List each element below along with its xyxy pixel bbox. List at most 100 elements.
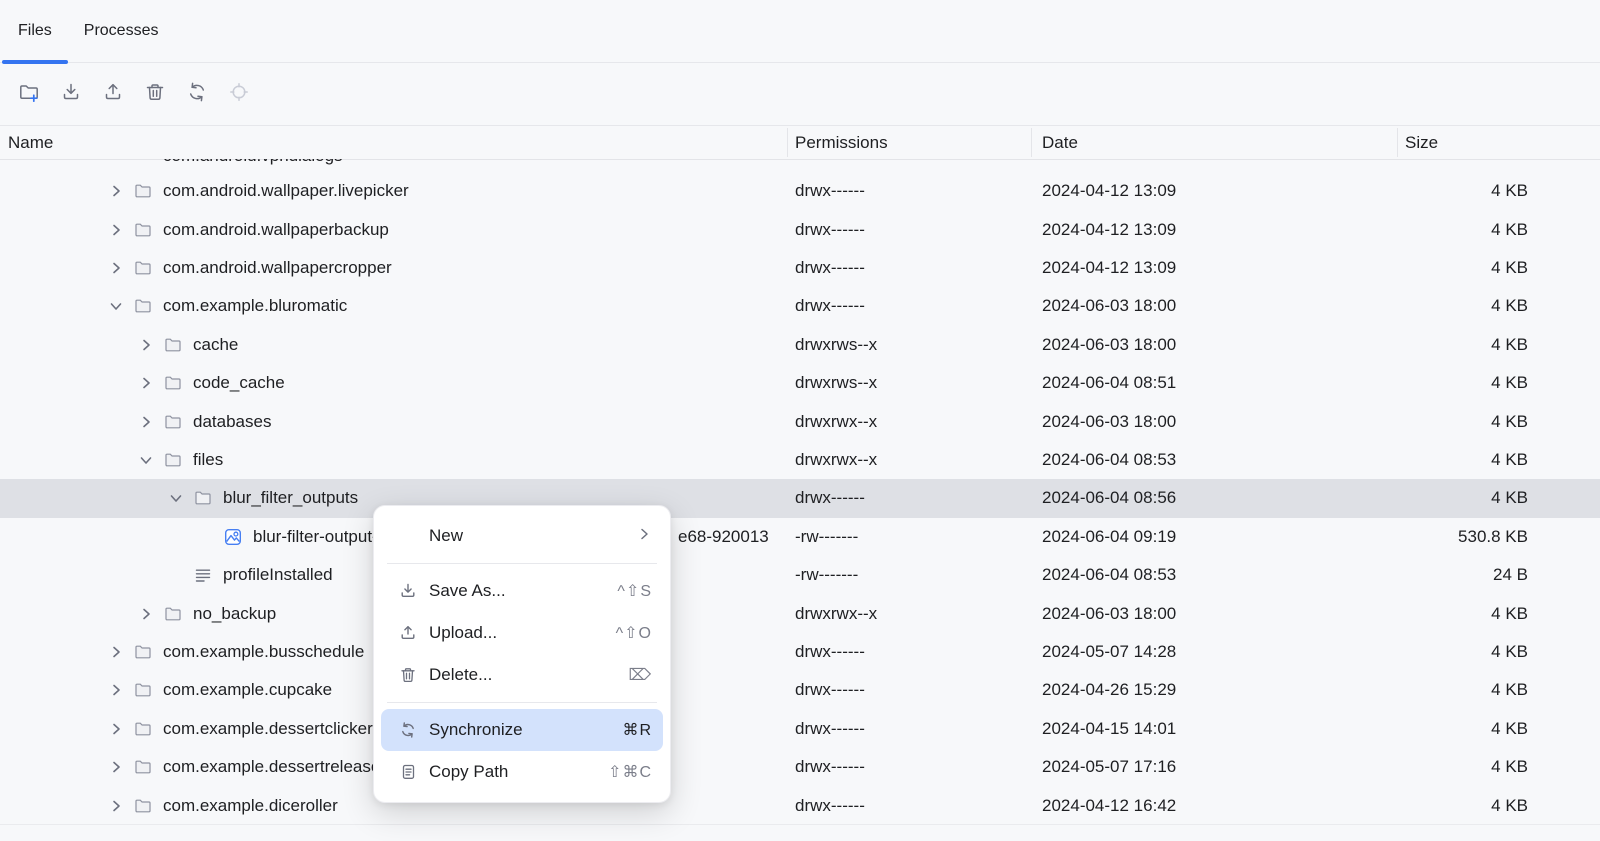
table-row-files[interactable]: filesdrwxrwx--x2024-06-04 08:534 KB: [0, 441, 1600, 479]
file-name: com.example.bluromatic: [163, 287, 347, 325]
column-divider: [1031, 128, 1032, 157]
file-name: com.example.diceroller: [163, 786, 338, 824]
file-table-rows: com.android.vpndialogscom.android.wallpa…: [0, 159, 1600, 841]
file-name: code_cache: [193, 364, 285, 402]
permissions-cell: drwx------: [795, 172, 1025, 210]
table-row-com-android-wallpaper-livepicker[interactable]: com.android.wallpaper.livepicker drwx----…: [0, 172, 1600, 210]
chevron-right-icon[interactable]: [108, 249, 124, 287]
tab-processes[interactable]: Processes: [68, 0, 175, 62]
download-icon: [397, 580, 419, 602]
table-row-com-example-bluromatic[interactable]: com.example.bluromaticdrwx------2024-06-…: [0, 287, 1600, 325]
menu-shortcut: ⇧⌘C: [608, 762, 652, 782]
image-file-icon: [224, 518, 242, 556]
menu-item-new[interactable]: New: [381, 515, 663, 557]
menu-item-upload[interactable]: Upload...^⇧O: [381, 612, 663, 654]
folder-icon: [134, 287, 152, 325]
chevron-right-icon[interactable]: [138, 402, 154, 440]
folder-icon: [134, 671, 152, 709]
menu-item-delete[interactable]: Delete...⌦: [381, 654, 663, 696]
table-row-blur-filter-outputs[interactable]: blur_filter_outputsdrwx------2024-06-04 …: [0, 479, 1600, 517]
size-cell: 4 KB: [1360, 210, 1528, 248]
permissions-cell: drwxrws--x: [795, 326, 1025, 364]
date-cell: 2024-06-04 08:51: [1042, 364, 1342, 402]
tab-bar: Files Processes: [0, 0, 1600, 63]
menu-item-synchronize[interactable]: Synchronize⌘R: [381, 709, 663, 751]
chevron-right-icon[interactable]: [138, 326, 154, 364]
table-row-com-example-dessertclicker[interactable]: com.example.dessertclickerdrwx------2024…: [0, 710, 1600, 748]
date-cell: 2024-04-15 14:01: [1042, 710, 1342, 748]
folder-icon: [134, 172, 152, 210]
size-cell: 4 KB: [1360, 671, 1528, 709]
table-row-com-example-busschedule[interactable]: com.example.busscheduledrwx------2024-05…: [0, 633, 1600, 671]
table-row-com-example-diceroller[interactable]: com.example.dicerollerdrwx------2024-04-…: [0, 786, 1600, 824]
chevron-right-icon[interactable]: [108, 633, 124, 671]
permissions-cell: drwx------: [795, 748, 1025, 786]
context-menu: New Save As...^⇧SUpload...^⇧ODelete...⌦ Sy…: [373, 505, 671, 803]
table-row-com-example-cupcake[interactable]: com.example.cupcakedrwx------2024-04-26 …: [0, 671, 1600, 709]
upload-icon: [397, 622, 419, 644]
column-header-date[interactable]: Date: [1042, 126, 1078, 159]
text-file-icon: [194, 556, 212, 594]
tab-files[interactable]: Files: [2, 0, 68, 62]
table-row-cache[interactable]: cachedrwxrws--x2024-06-03 18:004 KB: [0, 326, 1600, 364]
menu-icon-spacer: [397, 525, 419, 547]
delete-button[interactable]: [137, 77, 173, 113]
file-name: blur-filter-output-: [253, 518, 378, 556]
date-cell: 2024-05-07 14:28: [1042, 633, 1342, 671]
chevron-right-icon[interactable]: [108, 210, 124, 248]
table-row-code-cache[interactable]: code_cachedrwxrws--x2024-06-04 08:514 KB: [0, 364, 1600, 402]
chevron-right-icon[interactable]: [108, 172, 124, 210]
file-name: cache: [193, 326, 238, 364]
download-button[interactable]: [53, 77, 89, 113]
chevron-right-icon[interactable]: [138, 364, 154, 402]
column-header-permissions[interactable]: Permissions: [795, 126, 888, 159]
size-cell: 4 KB: [1360, 479, 1528, 517]
chevron-down-icon[interactable]: [168, 479, 184, 517]
chevron-down-icon[interactable]: [138, 441, 154, 479]
column-header-size[interactable]: Size: [1405, 126, 1438, 159]
file-name: no_backup: [193, 594, 276, 632]
table-row-com-android-wallpaperbackup[interactable]: com.android.wallpaperbackupdrwx------202…: [0, 210, 1600, 248]
file-name: com.android.wallpaperbackup: [163, 210, 389, 248]
column-divider: [787, 128, 788, 157]
chevron-right-icon[interactable]: [108, 671, 124, 709]
synchronize-button[interactable]: [179, 77, 215, 113]
size-cell: 24 B: [1360, 556, 1528, 594]
table-row-blur-filter-output[interactable]: blur-filter-output-e68-920013-rw-------2…: [0, 518, 1600, 556]
folder-icon: [194, 479, 212, 517]
chevron-right-icon[interactable]: [108, 786, 124, 824]
column-header-name[interactable]: Name: [8, 126, 53, 159]
folder-icon: [164, 402, 182, 440]
size-cell: 4 KB: [1360, 287, 1528, 325]
menu-item-copy-path[interactable]: Copy Path⇧⌘C: [381, 751, 663, 793]
table-row-databases[interactable]: databasesdrwxrwx--x2024-06-03 18:004 KB: [0, 402, 1600, 440]
table-row-com-android-wallpapercropper[interactable]: com.android.wallpapercropperdrwx------20…: [0, 249, 1600, 287]
table-row-no-backup[interactable]: no_backupdrwxrwx--x2024-06-03 18:004 KB: [0, 594, 1600, 632]
upload-button[interactable]: [95, 77, 131, 113]
permissions-cell: drwx------: [795, 479, 1025, 517]
size-cell: 4 KB: [1360, 633, 1528, 671]
chevron-down-icon[interactable]: [108, 287, 124, 325]
chevron-right-icon[interactable]: [108, 748, 124, 786]
chevron-right-icon[interactable]: [138, 594, 154, 632]
file-name: files: [193, 441, 223, 479]
date-cell: 2024-06-04 08:53: [1042, 441, 1342, 479]
folder-icon: [164, 364, 182, 402]
file-name: com.android.wallpapercropper: [163, 249, 392, 287]
file-name: profileInstalled: [223, 556, 333, 594]
file-name: com.example.busschedule: [163, 633, 364, 671]
folder-icon: [134, 786, 152, 824]
folder-icon: [134, 210, 152, 248]
sync-icon: [186, 81, 208, 108]
table-row-profileinstalled[interactable]: profileInstalled-rw-------2024-06-04 08:…: [0, 556, 1600, 594]
new-folder-button[interactable]: [11, 77, 47, 113]
file-name: databases: [193, 402, 271, 440]
date-cell: 2024-04-26 15:29: [1042, 671, 1342, 709]
table-row-com-example-dessertrelease[interactable]: com.example.dessertreleasedrwx------2024…: [0, 748, 1600, 786]
chevron-right-icon[interactable]: [108, 710, 124, 748]
date-cell: 2024-04-12 13:09: [1042, 210, 1342, 248]
file-name: com.android.wallpaper.livepicker: [163, 172, 409, 210]
menu-item-label: Save As...: [429, 581, 617, 601]
menu-shortcut: ^⇧O: [616, 623, 652, 643]
menu-item-save-as[interactable]: Save As...^⇧S: [381, 570, 663, 612]
